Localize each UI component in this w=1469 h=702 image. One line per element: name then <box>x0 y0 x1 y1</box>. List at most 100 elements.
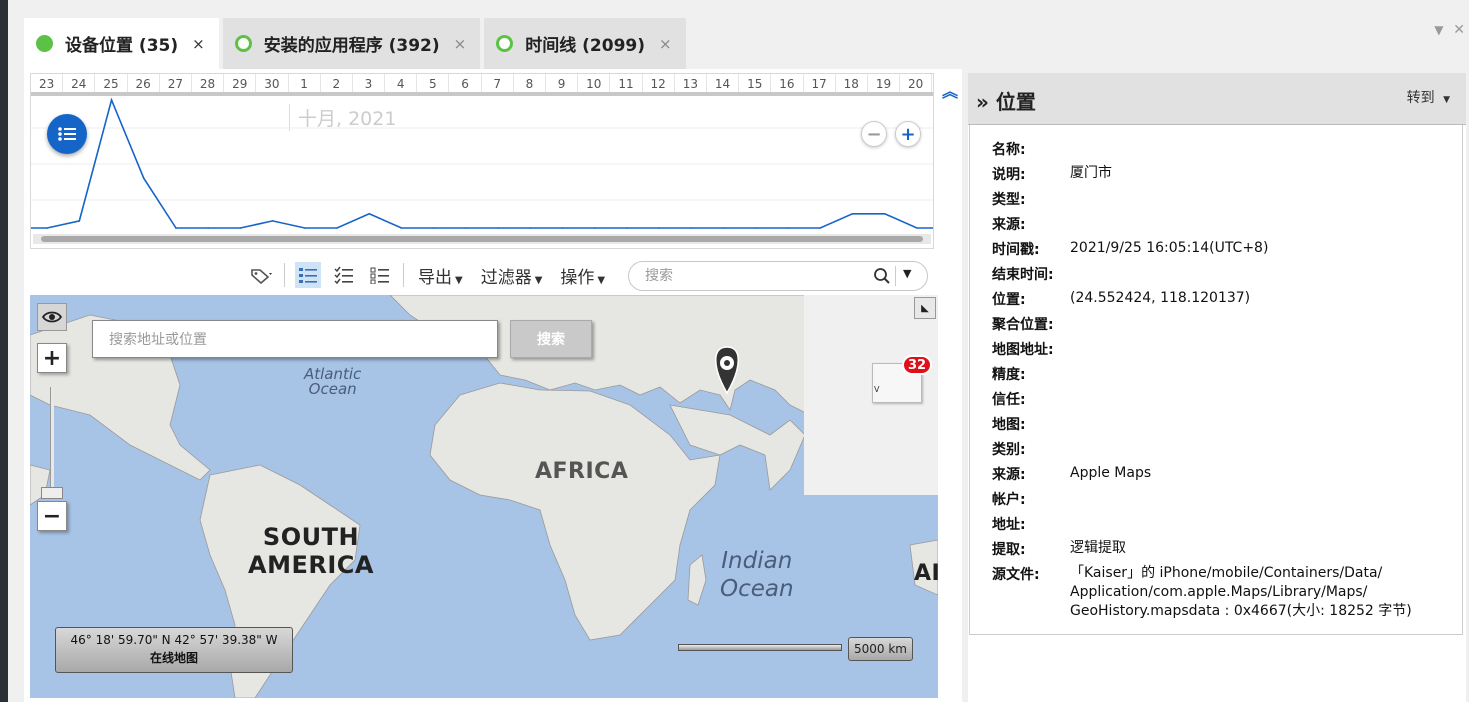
checklist-all-icon[interactable] <box>295 262 321 288</box>
timeline-day-tick: 9 <box>546 74 579 92</box>
tag-icon[interactable] <box>248 262 274 288</box>
close-tab-icon[interactable]: × <box>659 35 672 53</box>
expand-chevrons-icon[interactable]: » <box>976 90 989 114</box>
timeline-day-tick: 30 <box>256 74 289 92</box>
checklist-checked-icon[interactable] <box>331 262 357 288</box>
map-toolbar: 导出 ▼ 过滤器 ▼ 操作 ▼ <box>248 258 609 292</box>
timeline-zoom-in-button[interactable]: + <box>895 121 921 147</box>
scale-bar <box>678 644 842 651</box>
search-options-dropdown-icon[interactable]: ▼ <box>903 267 911 280</box>
data-point <box>46 227 48 229</box>
field-value: 逻辑提取 <box>1070 540 1126 556</box>
timeline-day-tick: 13 <box>675 74 707 92</box>
data-point <box>336 227 338 229</box>
data-point <box>755 227 757 229</box>
toolbar-divider <box>403 263 404 287</box>
goto-menu[interactable]: 转到 ▼ <box>1407 87 1450 107</box>
field-label: 提取: <box>992 542 1026 558</box>
timeline-day-tick: 27 <box>160 74 192 92</box>
map-search-box <box>92 320 498 358</box>
details-title: » 位置 <box>976 86 1036 115</box>
timeline-day-tick: 8 <box>514 74 546 92</box>
timeline-day-tick: 24 <box>63 74 96 92</box>
data-point <box>787 227 789 229</box>
timeline-day-tick: 23 <box>31 74 64 92</box>
timeline-zoom-out-button[interactable]: − <box>861 121 887 147</box>
timeline-day-tick: 25 <box>95 74 128 92</box>
field-label: 类型: <box>992 192 1026 208</box>
timeline-day-tick: 3 <box>353 74 386 92</box>
overview-map[interactable]: ◣ V 32 <box>804 295 938 495</box>
data-point <box>851 212 854 215</box>
chevron-down-icon: ▼ <box>1443 95 1450 105</box>
overview-collapse-icon[interactable]: ◣ <box>914 297 936 319</box>
field-value: 厦门市 <box>1070 165 1112 181</box>
tab-device-locations[interactable]: 设备位置 (35) × <box>24 18 219 69</box>
collapse-up-icon[interactable]: ︽ <box>942 78 958 102</box>
filter-menu[interactable]: 过滤器 ▼ <box>477 263 547 288</box>
atlantic-ocean-label: Atlantic Ocean <box>304 365 362 398</box>
tab-timeline[interactable]: 时间线 (2099) × <box>484 18 686 69</box>
data-point <box>142 177 145 180</box>
address-search-input[interactable] <box>109 330 479 350</box>
field-label: 地图: <box>992 417 1026 433</box>
map-zoom-out-button[interactable]: − <box>37 501 67 531</box>
left-edge-strip <box>0 0 8 702</box>
field-value: 「Kaiser」的 iPhone/mobile/Containers/Data/… <box>1070 565 1412 619</box>
scrollbar-thumb[interactable] <box>41 236 923 242</box>
tab-installed-apps[interactable]: 安装的应用程序 (392) × <box>222 18 481 69</box>
export-label: 导出 <box>418 267 452 288</box>
map-zoom-in-button[interactable]: + <box>37 343 67 373</box>
field-label: 地图地址: <box>992 342 1054 358</box>
toolbar-divider <box>284 263 285 287</box>
field-label: 帐户: <box>992 492 1026 508</box>
close-tab-icon[interactable]: × <box>192 35 205 53</box>
search-icon[interactable] <box>873 267 891 289</box>
details-header: » 位置 转到 ▼ <box>968 73 1466 125</box>
map-view[interactable]: Atlantic Ocean AFRICA SOUTH AMERICA Indi… <box>30 295 938 698</box>
data-point <box>239 227 242 229</box>
details-panel: » 位置 转到 ▼ 名称: 说明: 厦门市 类型: 来源: 时间戳: 2021/9/25 1… <box>968 73 1466 702</box>
data-point <box>722 227 725 229</box>
dropdown-icon[interactable]: ▼ <box>1434 23 1443 37</box>
timeline-scrollbar[interactable] <box>33 234 931 244</box>
timeline-day-tick: 28 <box>192 74 225 92</box>
data-point <box>207 227 209 229</box>
checklist-unchecked-icon[interactable] <box>367 262 393 288</box>
coordinate-text: 46° 18' 59.70" N 42° 57' 39.38" W <box>70 633 278 647</box>
field-value: Apple Maps <box>1070 465 1152 481</box>
map-search-button[interactable]: 搜索 <box>510 320 592 358</box>
search-input[interactable] <box>645 266 865 286</box>
eye-icon <box>42 311 62 323</box>
field-label: 时间戳: <box>992 242 1040 258</box>
status-dot-icon <box>36 35 53 52</box>
actions-label: 操作 <box>560 267 595 288</box>
visibility-toggle-button[interactable] <box>37 303 67 331</box>
indian-ocean-label: Indian Ocean <box>720 548 794 602</box>
data-point <box>432 227 435 229</box>
close-tab-icon[interactable]: × <box>454 35 467 53</box>
data-point <box>465 227 467 229</box>
timeline-day-tick: 1 <box>289 74 321 92</box>
export-menu[interactable]: 导出 ▼ <box>414 263 467 288</box>
map-zoom-track[interactable] <box>50 387 54 493</box>
data-point <box>658 227 660 229</box>
actions-menu[interactable]: 操作 ▼ <box>556 263 609 288</box>
map-zoom-slider-thumb[interactable] <box>41 487 63 499</box>
field-label: 聚合位置: <box>992 317 1054 333</box>
edge-continent-label: AI <box>914 561 938 586</box>
timeline-day-tick: 11 <box>610 74 643 92</box>
field-label: 信任: <box>992 392 1026 408</box>
tab-label: 安装的应用程序 (392) <box>263 36 440 56</box>
field-label: 结束时间: <box>992 267 1054 283</box>
data-point <box>304 227 306 229</box>
field-value: 2021/9/25 16:05:14(UTC+8) <box>1070 240 1269 256</box>
chevron-down-icon: ▼ <box>534 274 543 286</box>
list-icon <box>58 127 76 141</box>
timeline-day-axis: 23 24 25 26 27 28 29 30 1 2 3 4 5 6 7 8 9 10 11 12 13 14 15 16 1… <box>31 74 933 96</box>
data-point <box>819 227 822 229</box>
close-window-icon[interactable]: ✕ <box>1453 22 1465 38</box>
list-view-button[interactable] <box>47 114 87 154</box>
field-label: 精度: <box>992 367 1026 383</box>
field-label: 地址: <box>992 517 1026 533</box>
